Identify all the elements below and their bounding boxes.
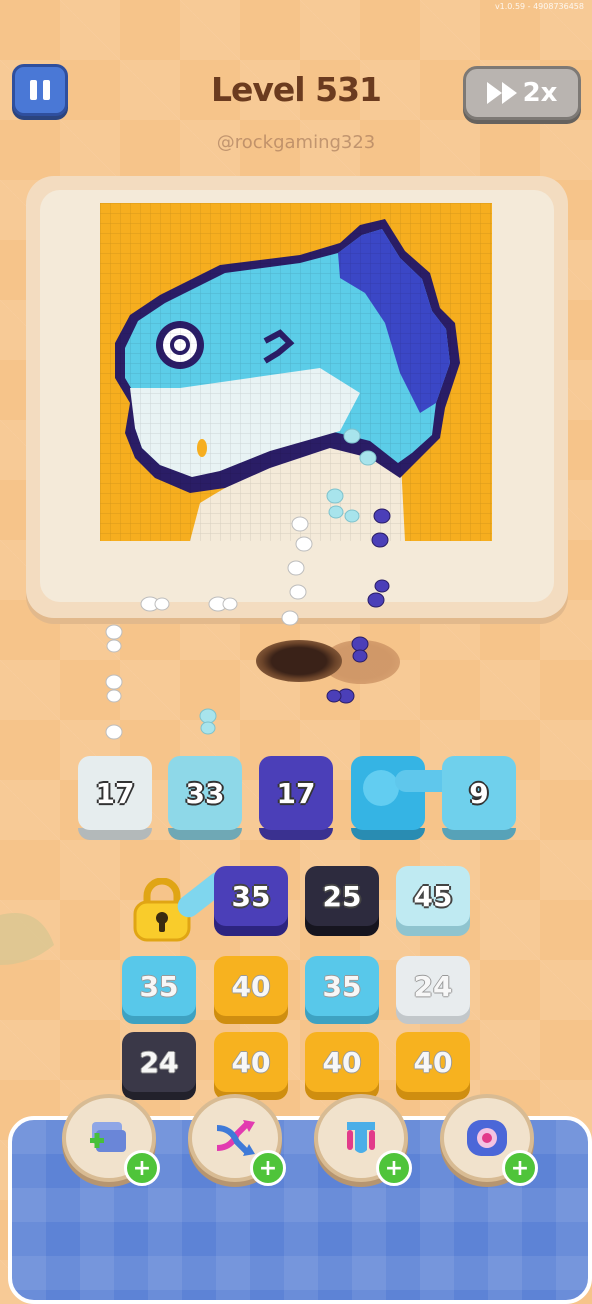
pipe-knob bbox=[363, 770, 399, 806]
pause-icon bbox=[30, 80, 37, 100]
magnet-booster[interactable]: + bbox=[314, 1094, 412, 1186]
watermark-text: @rockgaming323 bbox=[216, 132, 376, 153]
hole-icon bbox=[467, 1120, 507, 1156]
add-slot-booster[interactable]: + bbox=[62, 1094, 160, 1186]
fast-forward-icon bbox=[486, 82, 517, 104]
pause-icon-bar bbox=[43, 80, 50, 100]
tile[interactable]: 24 bbox=[396, 956, 470, 1016]
tile[interactable]: 35 bbox=[305, 956, 379, 1016]
add-booster-plus-icon[interactable]: + bbox=[124, 1150, 160, 1186]
slot-2[interactable]: 33 bbox=[168, 756, 242, 830]
leaf-decoration bbox=[0, 913, 54, 965]
slot-count: 17 bbox=[95, 776, 135, 810]
tile[interactable]: 24 bbox=[122, 1032, 196, 1092]
pause-button[interactable] bbox=[12, 64, 68, 116]
tile[interactable]: 40 bbox=[305, 1032, 379, 1092]
tile-count: 40 bbox=[231, 969, 271, 1003]
shuffle-booster[interactable]: + bbox=[188, 1094, 286, 1186]
slot-count: 17 bbox=[276, 776, 316, 810]
slot-3[interactable]: 17 bbox=[259, 756, 333, 830]
tile[interactable]: 35 bbox=[214, 866, 288, 926]
tile[interactable]: 40 bbox=[214, 956, 288, 1016]
level-title: Level 531 bbox=[211, 70, 382, 109]
version-label: v1.0.59 - 4908736458 bbox=[494, 2, 584, 11]
tile-count: 35 bbox=[139, 969, 179, 1003]
add-booster-plus-icon[interactable]: + bbox=[250, 1150, 286, 1186]
tile-count: 40 bbox=[413, 1045, 453, 1079]
tile[interactable]: 40 bbox=[396, 1032, 470, 1092]
tile-count: 40 bbox=[322, 1045, 362, 1079]
slot-5[interactable]: 9 bbox=[442, 756, 516, 830]
add-slot-icon bbox=[90, 1122, 126, 1152]
tile-count: 40 bbox=[231, 1045, 271, 1079]
speed-button[interactable]: 2x bbox=[463, 66, 581, 120]
add-booster-plus-icon[interactable]: + bbox=[502, 1150, 538, 1186]
tile-count: 24 bbox=[413, 969, 453, 1003]
tile[interactable]: 25 bbox=[305, 866, 379, 926]
tile[interactable]: 40 bbox=[214, 1032, 288, 1092]
ant-swarm bbox=[105, 428, 391, 740]
slot-count: 33 bbox=[185, 776, 225, 810]
hole-booster[interactable]: + bbox=[440, 1094, 538, 1186]
tile[interactable]: 35 bbox=[122, 956, 196, 1016]
tile[interactable]: 45 bbox=[396, 866, 470, 926]
tile-count: 35 bbox=[231, 879, 271, 913]
tile-count: 25 bbox=[322, 879, 362, 913]
slot-4[interactable] bbox=[351, 756, 425, 830]
add-booster-plus-icon[interactable]: + bbox=[376, 1150, 412, 1186]
shuffle-icon bbox=[216, 1120, 255, 1156]
tile-count: 45 bbox=[413, 879, 453, 913]
speed-label: 2x bbox=[522, 78, 558, 108]
slot-1[interactable]: 17 bbox=[78, 756, 152, 830]
tile-count: 35 bbox=[322, 969, 362, 1003]
magnet-icon bbox=[347, 1122, 375, 1153]
tile-count: 24 bbox=[139, 1045, 179, 1079]
slot-count: 9 bbox=[469, 776, 489, 810]
